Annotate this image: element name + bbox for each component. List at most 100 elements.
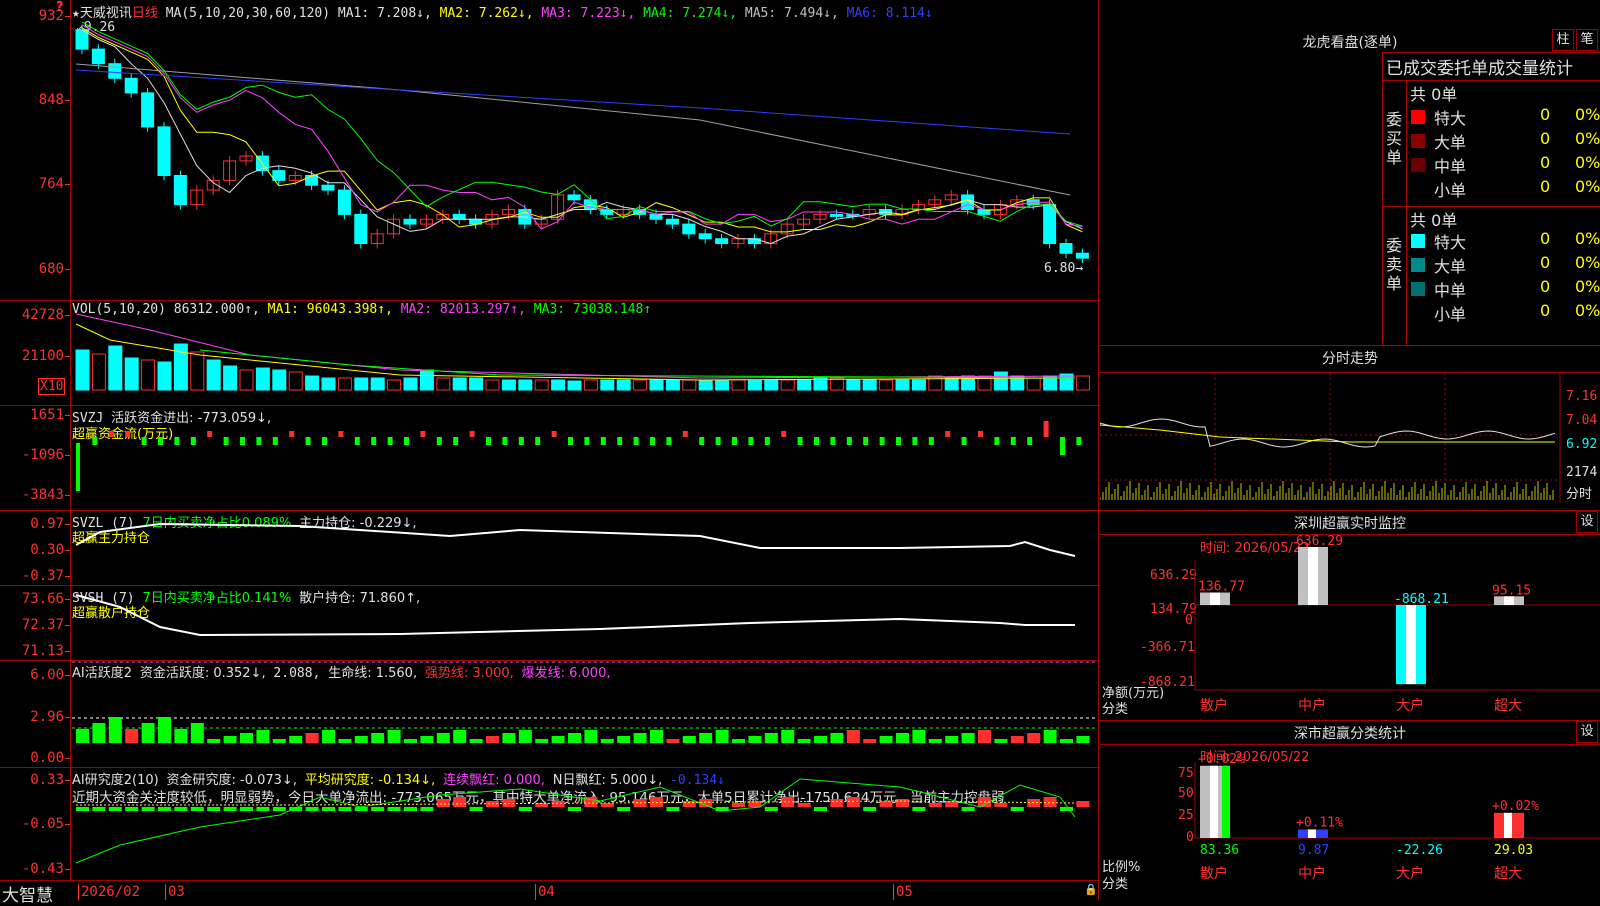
volume-bar: [600, 379, 615, 391]
volume-bar: [91, 353, 106, 391]
sell-row-count: 0: [1540, 253, 1551, 272]
research-bar: [896, 799, 909, 807]
volume-panel[interactable]: 42728 21100 X10 VOL(5,10,20) 86312.000↑,…: [0, 300, 1100, 406]
candle-panel[interactable]: 932 848 764 680 ? ★天威视讯日线 MA(5,10,20,30,…: [0, 0, 1100, 301]
volume-bar: [534, 379, 549, 391]
research-bar: [1060, 807, 1073, 811]
bar-mode-button[interactable]: 柱: [1552, 29, 1574, 51]
svsh-panel[interactable]: 73.66 72.37 71.13 SVSH (7) 7日内买卖净占比0.141…: [0, 585, 1100, 661]
svzl-panel[interactable]: 0.97 0.30 -0.37 SVZL (7) 7日内买卖净占比0.089% …: [0, 510, 1100, 586]
research-bar: [371, 807, 385, 811]
flow-bar: [436, 437, 442, 445]
flow-bar: [322, 437, 327, 445]
research-bar: [141, 807, 155, 811]
lhb-panel[interactable]: 龙虎看盘(逐单) 柱 笔 已成交委托单成交量统计 委买单 委卖单 共 0单 共 …: [1100, 0, 1600, 346]
research-bar: [666, 807, 680, 811]
activity-bar: [502, 733, 516, 743]
sell-side-label: 委卖单: [1386, 236, 1403, 293]
flow-bar: [108, 431, 114, 437]
activity-bar: [1076, 736, 1090, 743]
activity-bar: [240, 733, 253, 743]
flow-bar: [748, 437, 754, 445]
research-bar: [354, 807, 368, 811]
research-bar: [1076, 801, 1090, 807]
intraday-panel[interactable]: 分时走势 7.16 7.04 6.92 2174 分时: [1100, 345, 1600, 511]
tick-mode-button[interactable]: 笔: [1576, 29, 1598, 51]
classify-bar-shine: [1504, 812, 1512, 838]
classify-chart: +0.02% 83.36 散户 +0.11% 9.87 中户 -22.26 大户 +0.02% 2…: [1194, 752, 1600, 882]
lhb-title: 龙虎看盘(逐单): [1302, 35, 1398, 51]
volume-bar: [255, 367, 270, 391]
candle: [1043, 204, 1057, 245]
activity-bar: [568, 733, 581, 743]
volume-bar: [1026, 377, 1041, 391]
activity-bar: [879, 736, 893, 743]
intraday-chart: [1100, 373, 1561, 503]
flow-bar: [584, 437, 590, 445]
activity-bar: [92, 723, 106, 743]
activity-bar: [174, 729, 188, 743]
research-bar: [814, 807, 827, 811]
sell-total: 共 0单: [1410, 211, 1458, 230]
flow-bar: [256, 437, 262, 445]
classify-top-label: +0.02%: [1492, 799, 1539, 814]
volume-bar: [797, 379, 812, 391]
buy-row-pct: 0%: [1575, 153, 1600, 172]
ai-research-panel[interactable]: 0.33 -0.05 -0.43 AI研究度2(10) 资金研究度: -0.07…: [0, 767, 1100, 880]
svzj-panel[interactable]: 1651 -1096 -3843 SVZJ 活跃资金进出: -773.059↓,…: [0, 405, 1100, 511]
volume-bar: [583, 379, 598, 391]
activity-bar: [535, 739, 549, 743]
research-bar: [240, 807, 253, 811]
volume-bar: [321, 377, 336, 391]
svzj-chart: [76, 421, 1082, 491]
candle: [305, 175, 319, 186]
avg-line: [76, 800, 1076, 806]
classify-panel[interactable]: 深市超赢分类统计 设 时间: 2026/05/22 75 50 25 0 比例%…: [1100, 720, 1600, 900]
research-bar: [272, 807, 286, 811]
activity-bar: [207, 739, 221, 743]
activity-bar: [371, 733, 385, 743]
volume-bar: [682, 379, 697, 391]
monitor-panel[interactable]: 深圳超赢实时监控 设 时间: 2026/05/22 636.29 134.79 …: [1100, 510, 1600, 721]
flow-bar: [305, 437, 311, 445]
sell-color-swatch: [1411, 306, 1425, 320]
sell-row-pct: 0%: [1575, 253, 1600, 272]
volume-bar: [387, 379, 402, 391]
buy-color-swatch: [1411, 110, 1425, 124]
buy-row-count: 0: [1540, 129, 1551, 148]
activity-bar: [305, 733, 319, 743]
monitor-bar-value: 95.15: [1492, 583, 1531, 598]
activity-bar: [1043, 730, 1057, 743]
buy-row-pct: 0%: [1575, 129, 1600, 148]
monitor-bar-value: -868.21: [1394, 592, 1449, 607]
volume-bar: [305, 375, 320, 391]
classify-top-label: +0.11%: [1296, 815, 1343, 830]
flow-bar: [76, 443, 80, 491]
ma3-line: [81, 24, 1083, 230]
vol-ma3: [199, 349, 1076, 379]
research-bar: [223, 807, 237, 811]
volume-bar: [419, 369, 434, 391]
research-bar: [879, 801, 893, 807]
activity-bar: [961, 733, 975, 743]
research-bar: [207, 807, 221, 811]
volume-bar: [944, 377, 959, 391]
volume-bar: [649, 379, 664, 391]
activity-bar: [814, 736, 827, 743]
candle: [829, 213, 843, 217]
activity-bar: [141, 723, 155, 743]
volume-bar: [879, 379, 894, 391]
activity-bar: [354, 736, 368, 743]
candle: [452, 213, 466, 220]
activity-bar: [617, 736, 631, 743]
ai-activity-panel[interactable]: 6.00 2.96 0.00 AI活跃度2 资金活跃度: 0.352↓, 2.0…: [0, 660, 1100, 768]
lock-icon[interactable]: 🔒: [1084, 883, 1098, 896]
research-bar: [650, 797, 663, 807]
research-bar: [158, 807, 171, 811]
flow-bar: [797, 437, 803, 445]
category-label: 大户: [1396, 697, 1424, 714]
flow-bar: [764, 437, 770, 445]
flow-bar: [1043, 421, 1049, 437]
volume-bar: [862, 379, 877, 391]
classify-bar-green: [1222, 765, 1230, 838]
